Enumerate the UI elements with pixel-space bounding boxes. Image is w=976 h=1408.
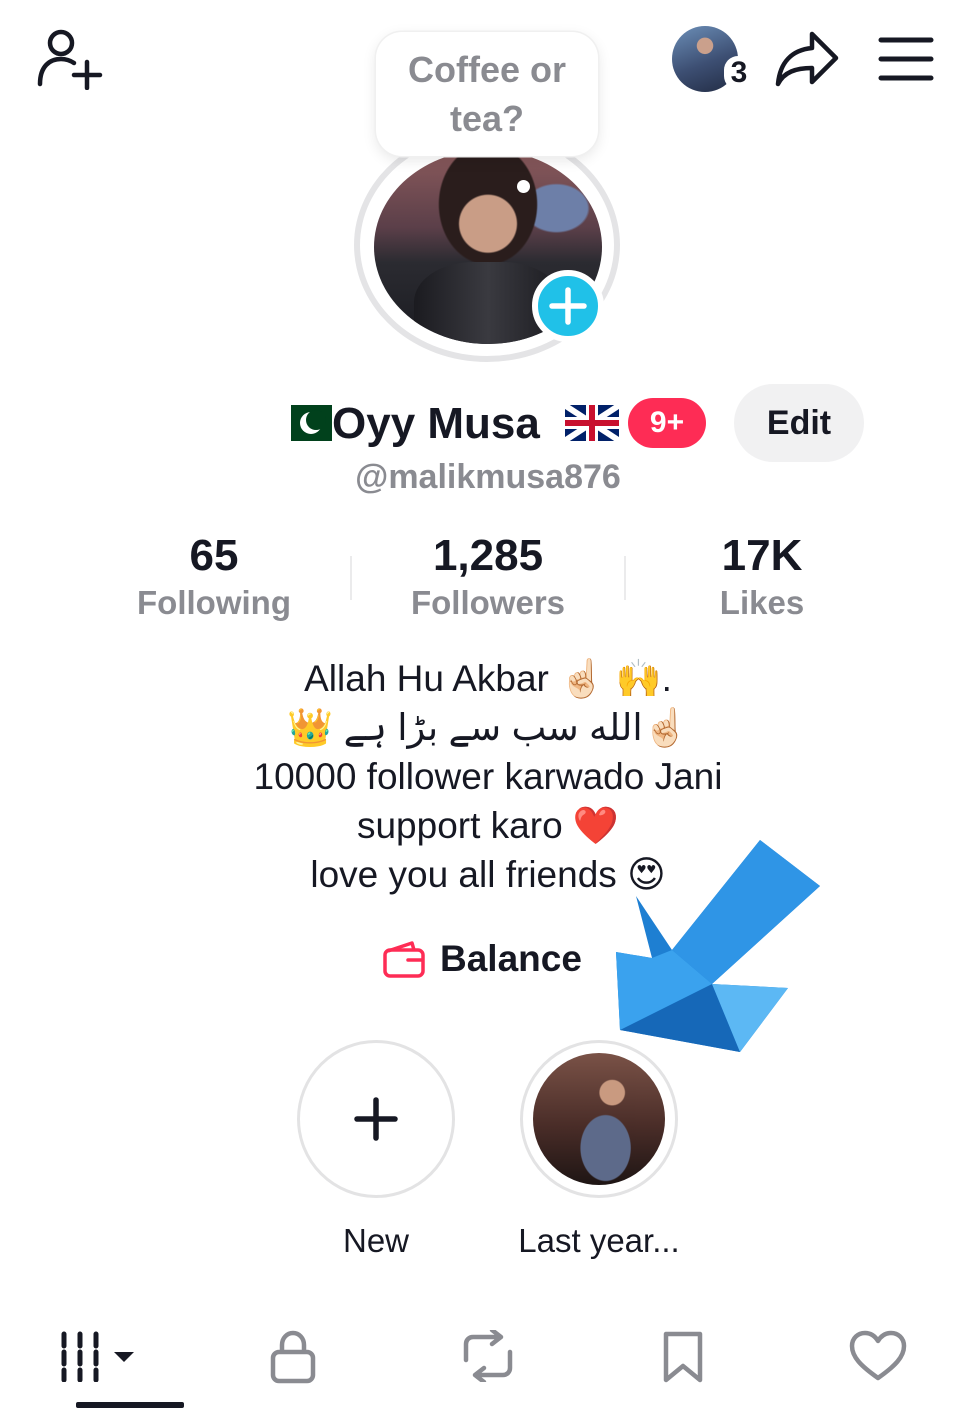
username: @malikmusa876 bbox=[355, 458, 621, 496]
notification-badge[interactable]: 9+ bbox=[628, 398, 706, 448]
stat-following[interactable]: 65 Following bbox=[78, 530, 350, 630]
add-story-button[interactable] bbox=[532, 270, 604, 342]
highlight-new[interactable]: New bbox=[296, 1040, 456, 1260]
bio-line: love you all friends 😍 bbox=[310, 854, 666, 895]
pakistan-flag-icon bbox=[278, 405, 332, 441]
profile-visitors-button[interactable]: 3 bbox=[672, 26, 754, 94]
stat-value: 65 bbox=[189, 531, 239, 580]
profile-stats: 65 Following 1,285 Followers 17K Likes bbox=[78, 530, 898, 630]
active-tab-indicator bbox=[76, 1402, 184, 1408]
highlight-thumbnail bbox=[533, 1053, 665, 1185]
bio-line: Allah Hu Akbar ☝🏻 🙌. bbox=[304, 658, 672, 699]
share-icon[interactable] bbox=[774, 28, 840, 90]
menu-icon[interactable] bbox=[878, 36, 934, 82]
uk-flag-icon bbox=[565, 405, 619, 441]
note-connector-dot bbox=[517, 180, 530, 193]
videos-grid-icon bbox=[61, 1331, 134, 1382]
profile-tab-bar bbox=[0, 1310, 976, 1408]
plus-icon bbox=[354, 1097, 398, 1141]
plus-icon bbox=[549, 287, 587, 325]
repost-icon bbox=[463, 1330, 513, 1382]
stat-label: Following bbox=[137, 584, 291, 621]
heart-icon bbox=[850, 1330, 907, 1381]
profile-note-text: Coffee or tea? bbox=[407, 49, 566, 139]
wallet-icon bbox=[383, 941, 425, 978]
highlight-last-year[interactable]: Last year... bbox=[504, 1040, 694, 1260]
edit-profile-button[interactable]: Edit bbox=[734, 384, 864, 462]
bio-line: ☝🏻الله سب سے بڑا ہے 👑 bbox=[287, 707, 689, 748]
bio-line: 10000 follower karwado Jani bbox=[253, 756, 723, 797]
stat-value: 1,285 bbox=[432, 531, 544, 580]
bio-line: support karo ❤️ bbox=[356, 805, 620, 846]
blue-arrow-icon bbox=[612, 838, 824, 1054]
visitor-count-badge: 3 bbox=[724, 56, 754, 90]
tab-reposts[interactable] bbox=[390, 1310, 585, 1408]
lock-icon bbox=[270, 1330, 316, 1384]
profile-note-bubble[interactable]: Coffee or tea? bbox=[376, 32, 598, 156]
tab-private[interactable] bbox=[195, 1310, 390, 1408]
tab-favorites[interactable] bbox=[586, 1310, 781, 1408]
tab-liked[interactable] bbox=[781, 1310, 976, 1408]
highlight-label: Last year... bbox=[518, 1222, 680, 1259]
display-name: Oyy Musa bbox=[332, 399, 540, 448]
stat-label: Followers bbox=[410, 584, 566, 621]
highlight-label: New bbox=[342, 1222, 410, 1259]
stat-value: 17K bbox=[721, 531, 803, 580]
add-friend-icon[interactable] bbox=[34, 26, 104, 90]
highlight-new-circle bbox=[297, 1040, 455, 1198]
stat-label: Likes bbox=[719, 584, 805, 621]
stat-likes[interactable]: 17K Likes bbox=[626, 530, 898, 630]
profile-bio: Allah Hu Akbar ☝🏻 🙌. ☝🏻الله سب سے بڑا ہے… bbox=[0, 654, 976, 899]
balance-label: Balance bbox=[440, 938, 582, 979]
tab-videos[interactable] bbox=[0, 1310, 195, 1408]
highlight-last-year-circle bbox=[520, 1040, 678, 1198]
stat-followers[interactable]: 1,285 Followers bbox=[352, 530, 624, 630]
balance-button[interactable]: Balance bbox=[382, 932, 582, 986]
bookmark-icon bbox=[663, 1331, 703, 1383]
